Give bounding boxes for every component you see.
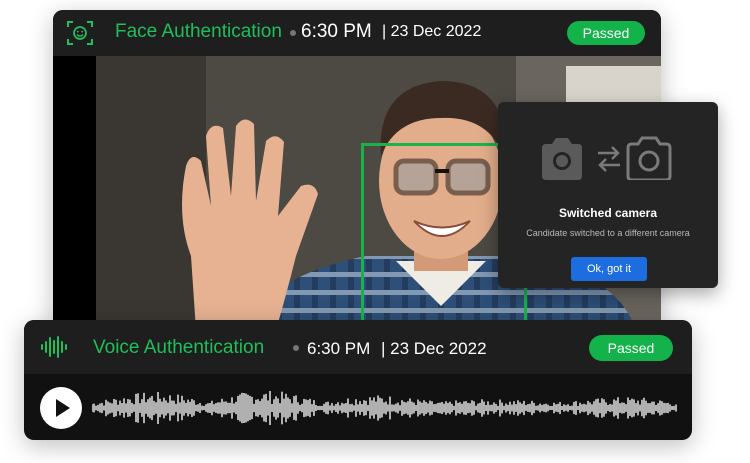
face-title: Face Authentication [115, 21, 282, 42]
voice-header: Voice Authentication 6:30 PM | 23 Dec 20… [24, 320, 692, 374]
voice-authentication-card: Voice Authentication 6:30 PM | 23 Dec 20… [24, 320, 692, 440]
ok-got-it-button[interactable]: Ok, got it [571, 257, 647, 281]
voice-title: Voice Authentication [93, 337, 265, 358]
voice-status-badge: Passed [589, 335, 673, 361]
voice-date: | 23 Dec 2022 [381, 339, 487, 358]
dialog-message: Candidate switched to a different camera [526, 228, 690, 238]
separator-dot [290, 30, 296, 36]
separator-dot [293, 345, 299, 351]
dialog-title: Switched camera [558, 206, 658, 220]
face-date: | 23 Dec 2022 [382, 23, 482, 40]
audio-waveform[interactable] [92, 386, 677, 430]
switched-camera-dialog: Switched camera Candidate switched to a … [498, 102, 718, 288]
play-icon [56, 399, 70, 417]
sound-wave-icon [41, 336, 67, 358]
face-scan-icon [67, 21, 93, 45]
face-time: 6:30 PM [301, 21, 372, 42]
face-status-badge: Passed [567, 21, 645, 45]
face-header: Face Authentication 6:30 PM | 23 Dec 202… [53, 10, 661, 56]
voice-time: 6:30 PM [307, 339, 371, 358]
play-button[interactable] [40, 387, 82, 429]
camera-switch-icon [542, 136, 672, 180]
